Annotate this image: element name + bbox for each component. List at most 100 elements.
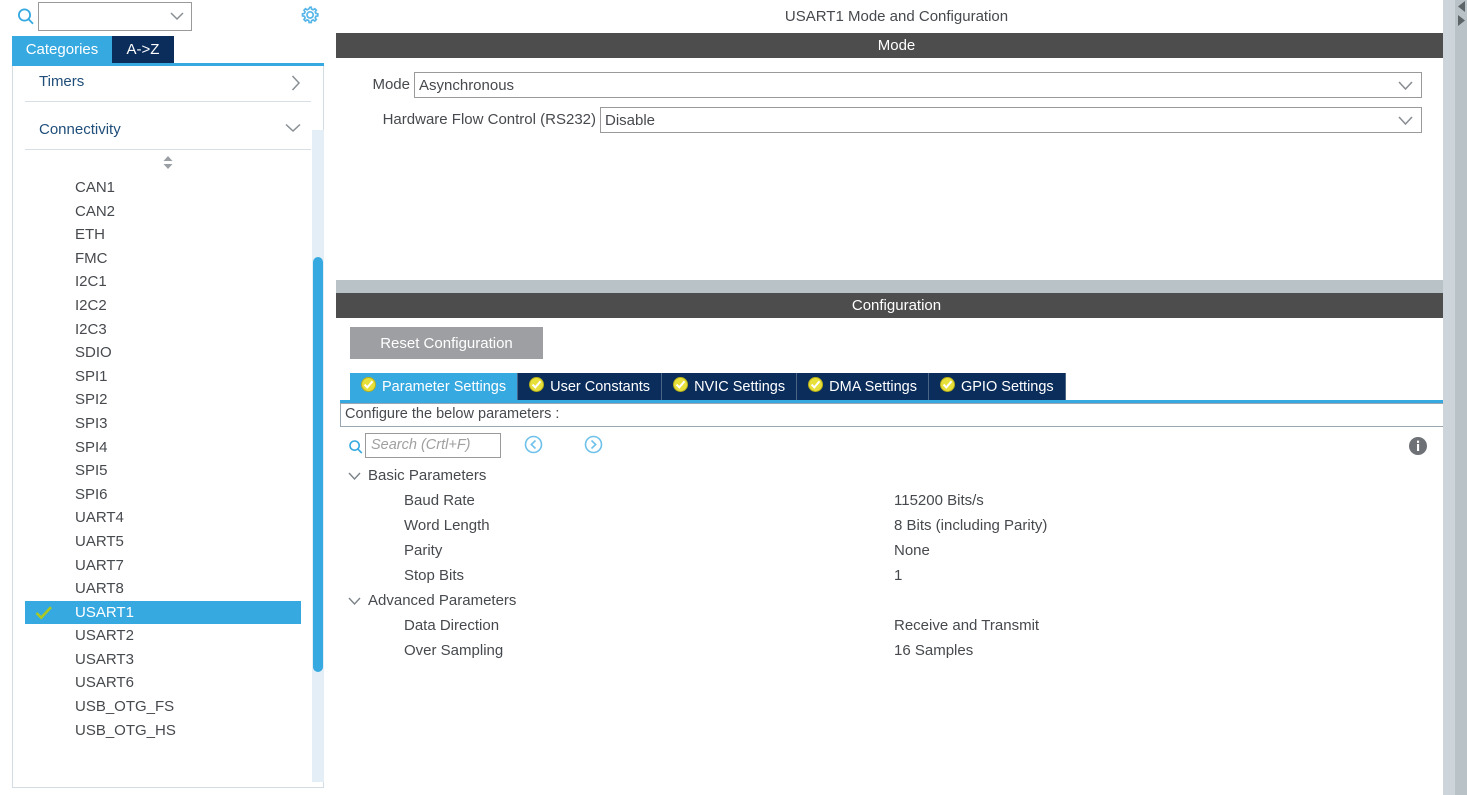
parameter-row[interactable]: Data Direction Receive and Transmit (336, 615, 1449, 640)
ip-list-item[interactable]: CAN2 (13, 200, 323, 224)
ip-list-item-label: FMC (75, 249, 108, 267)
parameter-row[interactable]: Parity None (336, 540, 1449, 565)
select-hardware-flow-control[interactable]: Disable (600, 107, 1422, 133)
group-row-connectivity[interactable]: Connectivity (25, 114, 311, 150)
parameter-search-input[interactable]: Search (Crtl+F) (365, 433, 501, 458)
mode-section-bar: Mode (336, 33, 1457, 58)
ip-list-item-label: CAN1 (75, 179, 116, 196)
check-circle-icon (529, 377, 545, 396)
ip-list-item[interactable]: FMC (13, 247, 323, 271)
config-tab-parameter-settings[interactable]: Parameter Settings (350, 373, 519, 400)
ip-search-combo[interactable] (38, 2, 192, 31)
config-tab-label: Parameter Settings (382, 378, 507, 395)
parameter-group-basic-parameters[interactable]: Basic Parameters (336, 465, 1449, 490)
parameter-value[interactable]: None (894, 542, 930, 559)
config-tab-nvic-settings[interactable]: NVIC Settings (662, 373, 798, 400)
ip-list-item[interactable]: SPI6 (13, 483, 323, 507)
group-label-connectivity: Connectivity (39, 121, 121, 138)
ip-list-item[interactable]: SPI5 (13, 459, 323, 483)
chevron-down-icon (348, 472, 361, 481)
ip-list-item[interactable]: SPI3 (13, 412, 323, 436)
tab-a-to-z[interactable]: A->Z (112, 36, 174, 64)
ip-list-item-label: CAN2 (75, 202, 116, 220)
ip-list-item[interactable]: SPI1 (13, 365, 323, 389)
ip-list-item-label: I2C1 (75, 273, 107, 291)
check-circle-icon (939, 377, 955, 396)
list-sort-handle[interactable] (13, 150, 323, 176)
ip-list-item-label: UART4 (75, 509, 124, 527)
parameter-group-label: Advanced Parameters (368, 592, 517, 609)
chevron-down-icon (348, 597, 361, 606)
chevron-down-icon (285, 123, 301, 133)
ip-list-item-label: USART6 (75, 674, 134, 692)
configuration-panel: USART1 Mode and Configuration Mode Mode … (336, 0, 1457, 795)
group-row-timers[interactable]: Timers (25, 66, 311, 102)
ip-list-item-label: USART2 (75, 627, 134, 645)
parameter-name: Over Sampling (404, 642, 504, 659)
parameter-row[interactable]: Word Length 8 Bits (including Parity) (336, 515, 1449, 540)
ip-list-item[interactable]: USB_OTG_FS (13, 695, 323, 719)
ip-list-item[interactable]: ETH (13, 223, 323, 247)
ip-list-item-label: SDIO (75, 344, 112, 362)
info-icon[interactable] (1408, 436, 1428, 456)
ip-list-item-label: USB_OTG_HS (75, 721, 176, 739)
config-tab-label: User Constants (550, 378, 651, 395)
window-bottom-strip (336, 786, 1443, 795)
parameter-value[interactable]: 115200 Bits/s (894, 492, 984, 509)
ip-list-item[interactable]: UART4 (13, 506, 323, 530)
parameter-group-advanced-parameters[interactable]: Advanced Parameters (336, 590, 1449, 615)
parameter-row[interactable]: Baud Rate 115200 Bits/s (336, 490, 1449, 515)
tab-categories[interactable]: Categories (12, 36, 112, 64)
ip-list-item[interactable]: USART3 (13, 648, 323, 672)
page-title: USART1 Mode and Configuration (784, 8, 1009, 25)
prev-circle-icon[interactable] (524, 435, 543, 454)
chevron-right-icon (291, 75, 301, 91)
label-mode: Mode (372, 76, 410, 93)
parameter-value[interactable]: Receive and Transmit (894, 617, 1039, 634)
config-tab-label: GPIO Settings (960, 378, 1054, 395)
ip-list-item[interactable]: SPI2 (13, 388, 323, 412)
ip-list-item[interactable]: CAN1 (13, 176, 323, 200)
config-tab-gpio-settings[interactable]: GPIO Settings (928, 373, 1066, 400)
ip-list-item-label: I2C3 (75, 320, 107, 338)
parameter-value[interactable]: 8 Bits (including Parity) (894, 517, 1047, 534)
window-scroll-track[interactable] (1455, 0, 1467, 795)
ip-tree-tabs: Categories A->Z (12, 36, 324, 64)
parameter-row[interactable]: Stop Bits 1 (336, 565, 1449, 590)
scroll-down-arrow-icon[interactable] (1455, 14, 1467, 27)
select-mode[interactable]: Asynchronous (414, 72, 1422, 98)
ip-list-item[interactable]: USART6 (13, 671, 323, 695)
scroll-up-arrow-icon[interactable] (1455, 0, 1467, 13)
parameter-value[interactable]: 1 (894, 567, 902, 584)
parameter-value[interactable]: 16 Samples (894, 642, 973, 659)
config-tab-dma-settings[interactable]: DMA Settings (797, 373, 929, 400)
ip-list-item-selected[interactable]: USART1 (25, 600, 301, 625)
ip-list-item[interactable]: SPI4 (13, 436, 323, 460)
left-panel-bottom-edge (0, 788, 336, 795)
ip-list-item-label: UART8 (75, 580, 124, 598)
ip-list-scroll-thumb[interactable] (313, 257, 323, 672)
ip-list-item[interactable]: I2C2 (13, 294, 323, 318)
parameter-name: Baud Rate (404, 492, 475, 509)
ip-list-item[interactable]: UART7 (13, 554, 323, 578)
ip-list-item[interactable]: UART5 (13, 530, 323, 554)
ip-list-item-label: USART1 (75, 603, 134, 621)
parameter-name: Stop Bits (404, 567, 465, 584)
ip-list-item[interactable]: USART2 (13, 624, 323, 648)
next-circle-icon[interactable] (584, 435, 603, 454)
ip-list-item[interactable]: I2C3 (13, 318, 323, 342)
parameter-row[interactable]: Over Sampling 16 Samples (336, 640, 1449, 665)
reset-configuration-button[interactable]: Reset Configuration (350, 327, 543, 359)
form-row-hardware-flow-control: Hardware Flow Control (RS232) Disable (336, 107, 1426, 133)
ip-list-item[interactable]: UART8 (13, 577, 323, 601)
ip-list-item[interactable]: I2C1 (13, 270, 323, 294)
parameter-tree: Basic Parameters Baud Rate 115200 Bits/s Wo… (336, 465, 1449, 665)
config-tab-user-constants[interactable]: User Constants (518, 373, 663, 400)
chevron-down-icon (170, 12, 184, 21)
chevron-down-icon (1398, 116, 1413, 126)
gear-icon[interactable] (298, 4, 322, 28)
ip-list-item[interactable]: USB_OTG_HS (13, 719, 323, 743)
ip-list-item-label: SPI2 (75, 391, 108, 409)
ip-list-item[interactable]: SDIO (13, 341, 323, 365)
